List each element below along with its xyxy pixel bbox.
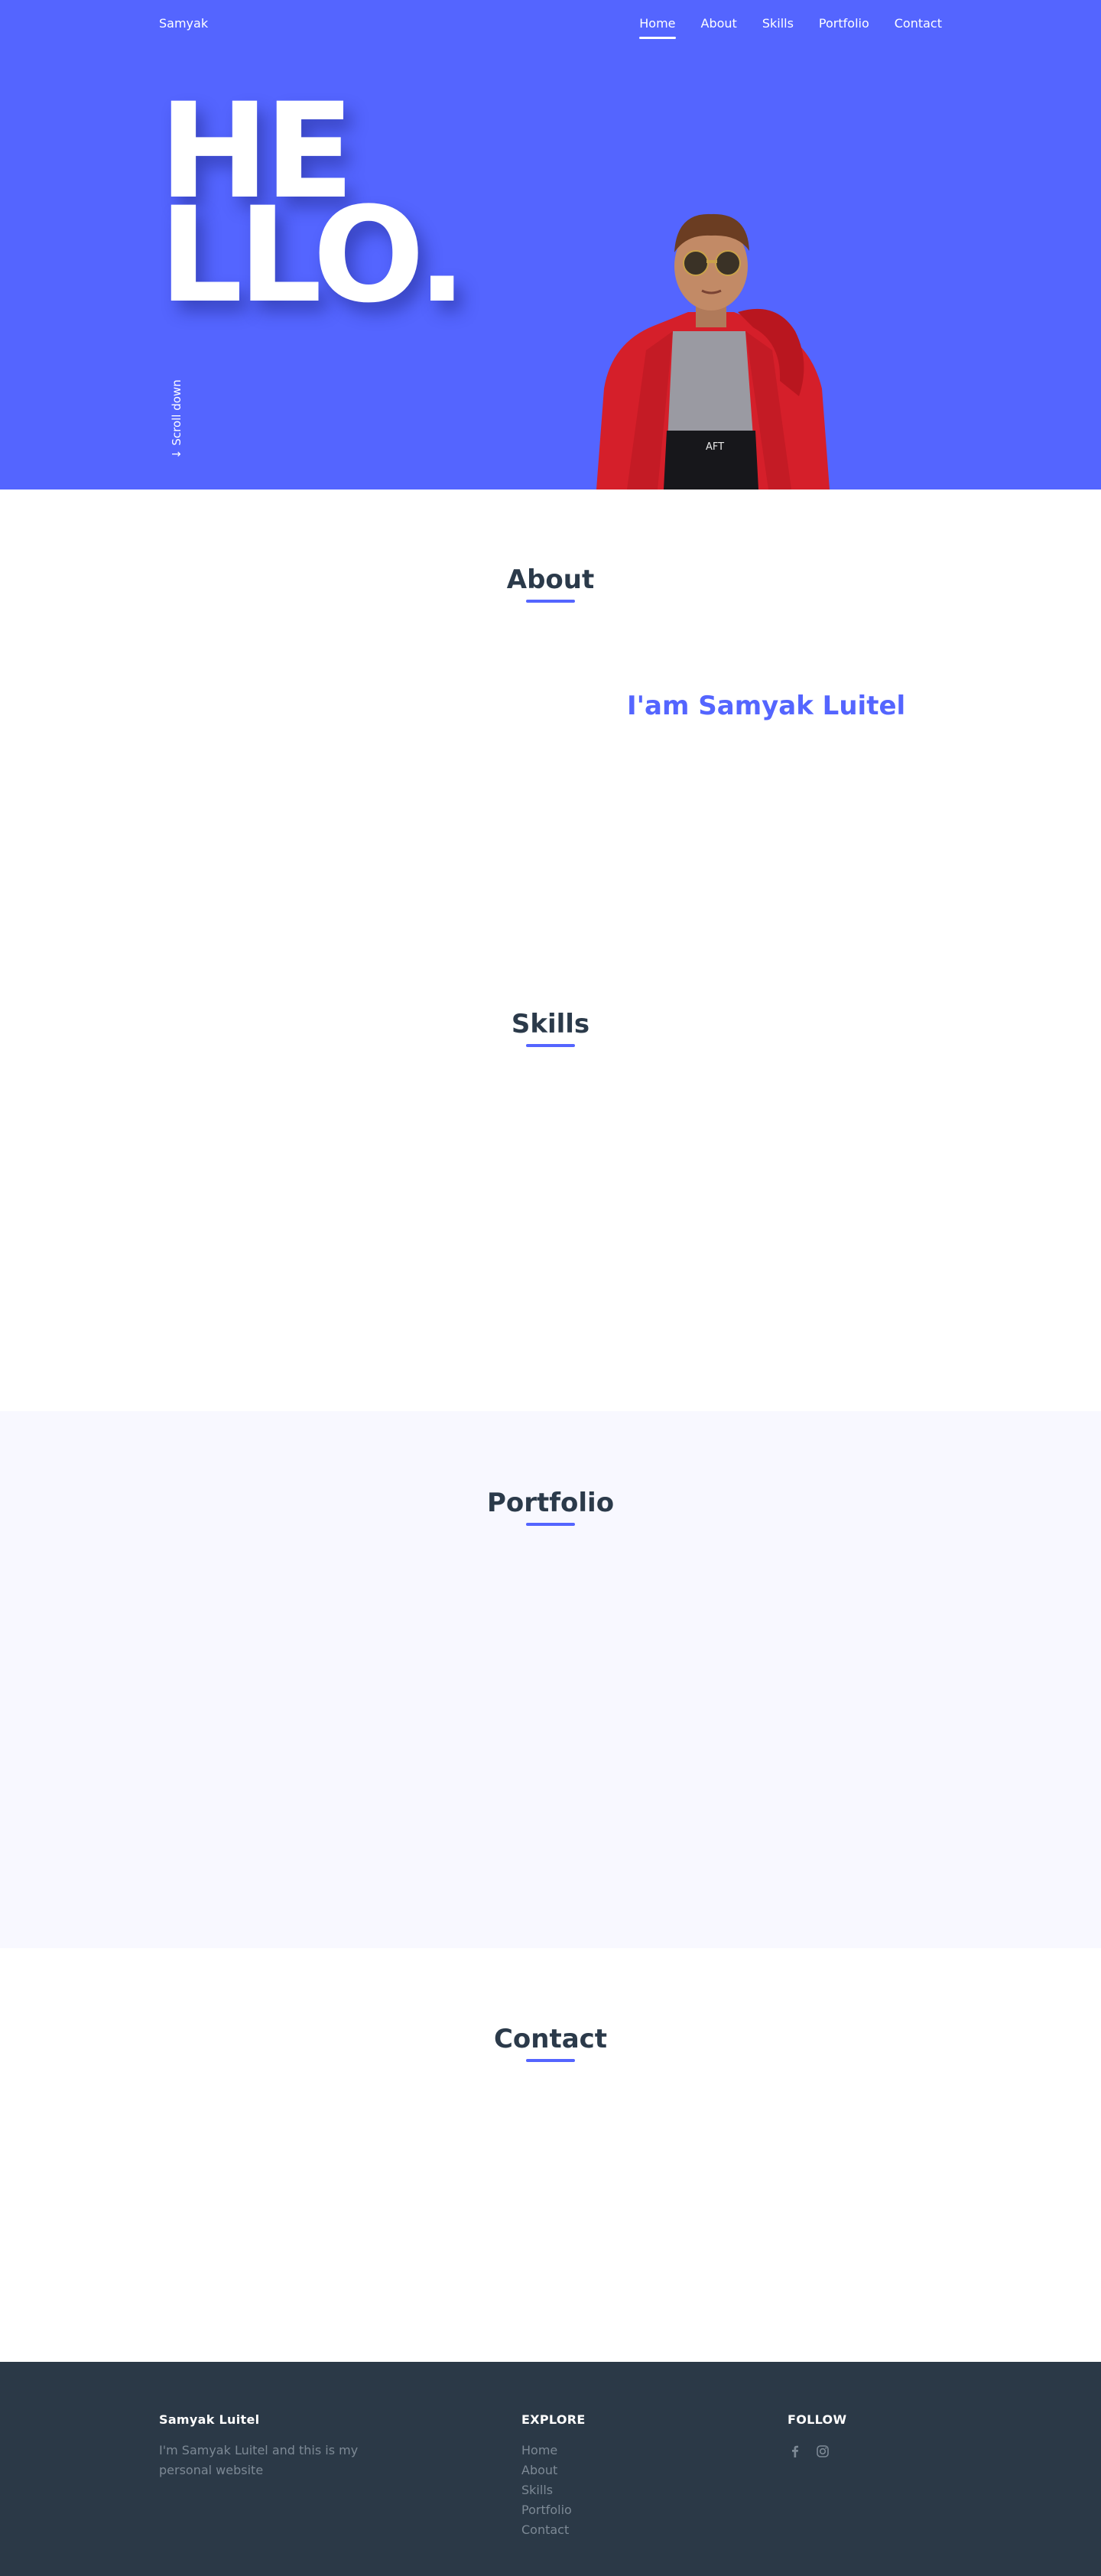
nav-link-home[interactable]: Home <box>639 16 676 39</box>
portfolio-title: Portfolio <box>486 1488 615 1518</box>
footer-link-about[interactable]: About <box>521 2461 586 2480</box>
facebook-icon[interactable] <box>788 2444 803 2459</box>
footer-explore-column: EXPLORE Home About Skills Portfolio Cont… <box>521 2412 586 2540</box>
hero-title: HE LLO. <box>159 86 467 332</box>
instagram-icon[interactable] <box>815 2444 830 2459</box>
contact-title: Contact <box>493 2024 608 2054</box>
footer-link-home[interactable]: Home <box>521 2441 586 2461</box>
page: Samyak Home About Skills Portfolio Conta… <box>0 0 1101 2576</box>
footer-follow-column: FOLLOW <box>788 2412 846 2459</box>
about-name-heading: I'am Samyak Luitel <box>627 691 906 721</box>
portrait-image: AFT <box>596 213 830 490</box>
main-nav: Home About Skills Portfolio Contact <box>614 16 942 39</box>
skills-title: Skills <box>511 1009 590 1039</box>
footer-link-portfolio[interactable]: Portfolio <box>521 2500 586 2520</box>
footer-follow-heading: FOLLOW <box>788 2412 847 2427</box>
footer-explore-heading: EXPLORE <box>521 2412 586 2427</box>
skills-title-underline <box>526 1044 575 1047</box>
about-title-underline <box>526 600 575 603</box>
hero-section: Samyak Home About Skills Portfolio Conta… <box>0 0 1101 490</box>
contact-title-underline <box>526 2059 575 2062</box>
hero-title-line-2: LLO. <box>159 178 467 332</box>
footer-explore-links: Home About Skills Portfolio Contact <box>521 2441 586 2540</box>
svg-text:AFT: AFT <box>706 441 724 453</box>
footer-link-contact[interactable]: Contact <box>521 2520 586 2540</box>
footer-link-skills[interactable]: Skills <box>521 2480 586 2500</box>
nav-link-portfolio[interactable]: Portfolio <box>819 16 869 31</box>
nav-link-about[interactable]: About <box>701 16 737 31</box>
social-links <box>788 2444 846 2459</box>
nav-link-contact[interactable]: Contact <box>895 16 942 31</box>
footer-about-column: Samyak Luitel I'm Samyak Luitel and this… <box>159 2412 381 2480</box>
nav-brand[interactable]: Samyak <box>159 16 208 31</box>
nav-link-skills[interactable]: Skills <box>762 16 794 31</box>
portfolio-title-underline <box>526 1523 575 1526</box>
footer: Samyak Luitel I'm Samyak Luitel and this… <box>0 2362 1101 2576</box>
footer-about-heading: Samyak Luitel <box>159 2412 260 2427</box>
scroll-down-link[interactable]: ↓ Scroll down <box>170 379 184 459</box>
footer-about-text: I'm Samyak Luitel and this is my persona… <box>159 2443 359 2477</box>
about-title: About <box>506 564 595 595</box>
